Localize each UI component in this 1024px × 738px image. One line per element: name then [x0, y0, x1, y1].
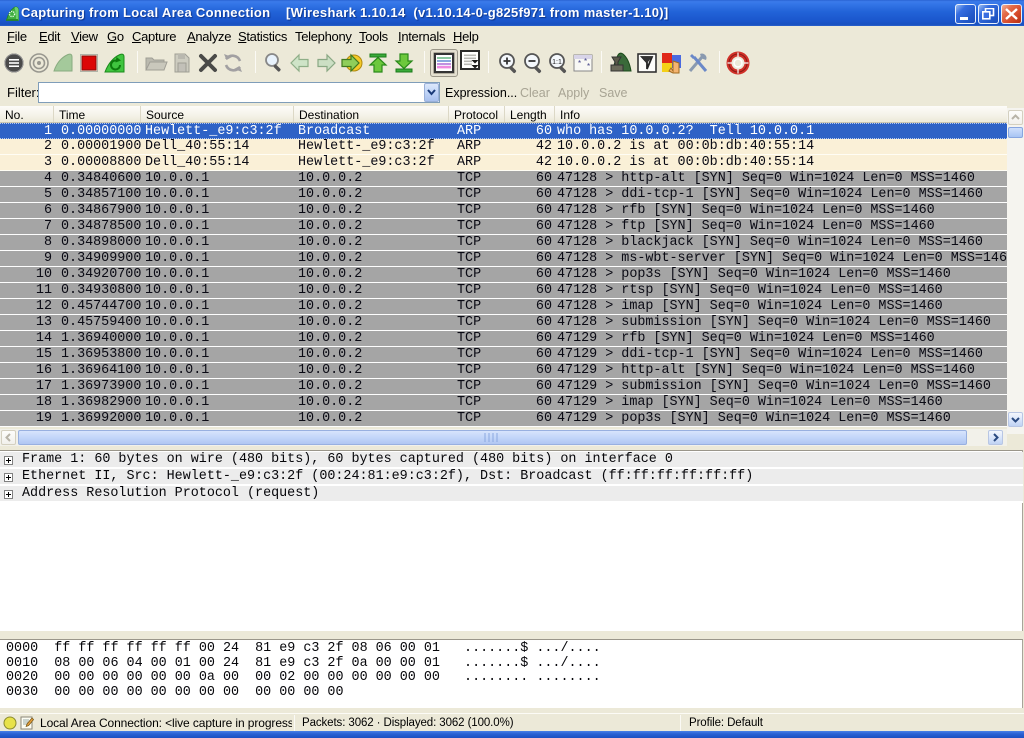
svg-text:1:1: 1:1 — [552, 59, 562, 66]
svg-text:*: * — [587, 62, 590, 71]
svg-text:*: * — [578, 59, 581, 68]
